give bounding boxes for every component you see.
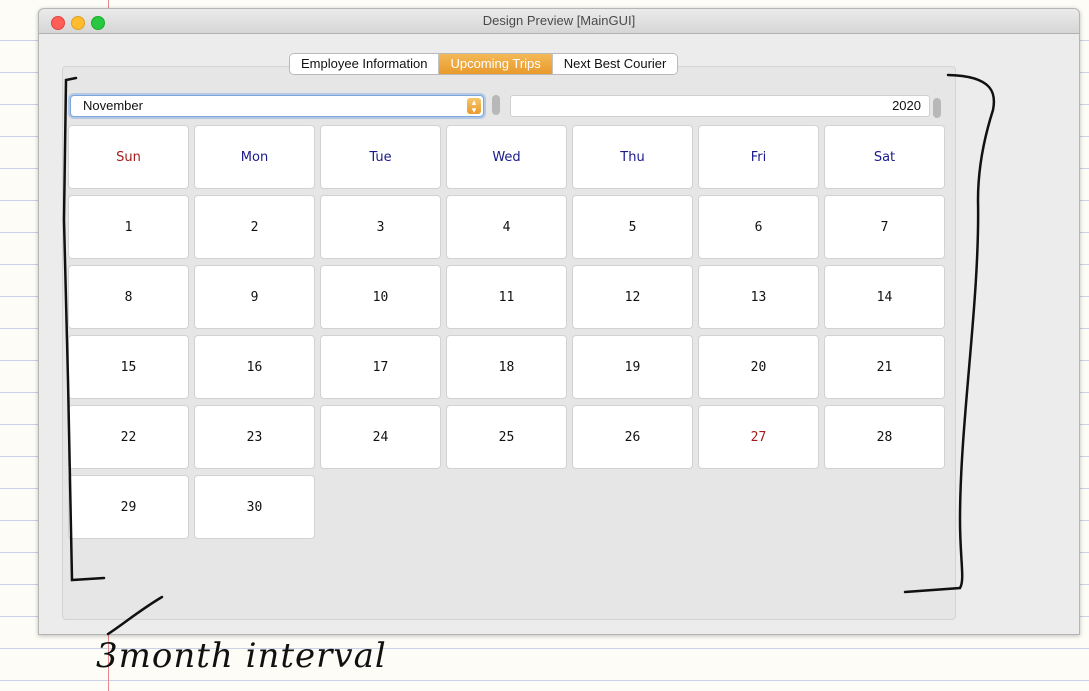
day-cell[interactable]: 26	[572, 405, 693, 469]
tab-bar: Employee Information Upcoming Trips Next…	[289, 53, 679, 75]
weekday-header-thu: Thu	[572, 125, 693, 189]
window-title: Design Preview [MainGUI]	[482, 13, 636, 28]
day-cell[interactable]: 25	[446, 405, 567, 469]
day-cell[interactable]: 30	[194, 475, 315, 539]
day-cell[interactable]: 9	[194, 265, 315, 329]
day-cell[interactable]: 5	[572, 195, 693, 259]
updown-chevron-icon[interactable]: ▴ ▾	[467, 98, 481, 115]
day-cell[interactable]: 17	[320, 335, 441, 399]
tab-employee-information[interactable]: Employee Information	[290, 54, 440, 74]
day-cell[interactable]: 18	[446, 335, 567, 399]
year-value: 2020	[892, 98, 921, 113]
handwritten-note: 3month interval	[96, 636, 387, 676]
year-field[interactable]: 2020	[510, 95, 930, 117]
day-cell[interactable]: 13	[698, 265, 819, 329]
day-cell[interactable]: 4	[446, 195, 567, 259]
day-cell[interactable]: 16	[194, 335, 315, 399]
calendar-grid: Sun Mon Tue Wed Thu Fri Sat 1 2 3 4 5 6 …	[68, 125, 945, 539]
day-cell[interactable]: 1	[68, 195, 189, 259]
day-cell-highlighted[interactable]: 27	[698, 405, 819, 469]
day-cell[interactable]: 6	[698, 195, 819, 259]
day-cell[interactable]: 10	[320, 265, 441, 329]
day-cell[interactable]: 15	[68, 335, 189, 399]
weekday-header-tue: Tue	[320, 125, 441, 189]
weekday-header-sat: Sat	[824, 125, 945, 189]
day-cell[interactable]: 11	[446, 265, 567, 329]
day-cell[interactable]: 24	[320, 405, 441, 469]
weekday-header-fri: Fri	[698, 125, 819, 189]
day-cell[interactable]: 21	[824, 335, 945, 399]
weekday-header-wed: Wed	[446, 125, 567, 189]
day-cell[interactable]: 28	[824, 405, 945, 469]
weekday-header-sun: Sun	[68, 125, 189, 189]
day-cell[interactable]: 22	[68, 405, 189, 469]
calendar-panel: November ▴ ▾ 2020 Sun Mon Tue Wed Thu Fri…	[62, 66, 956, 620]
month-scroll-handle[interactable]	[492, 95, 500, 115]
day-cell[interactable]: 12	[572, 265, 693, 329]
weekday-header-mon: Mon	[194, 125, 315, 189]
month-select[interactable]: November ▴ ▾	[70, 95, 484, 117]
title-bar: Design Preview [MainGUI]	[39, 9, 1079, 34]
year-scroll-handle[interactable]	[933, 98, 941, 118]
tab-next-best-courier[interactable]: Next Best Courier	[552, 54, 678, 74]
day-cell[interactable]: 7	[824, 195, 945, 259]
day-cell[interactable]: 19	[572, 335, 693, 399]
main-window: Design Preview [MainGUI] Employee Inform…	[38, 8, 1080, 635]
month-select-value: November	[83, 98, 143, 113]
day-cell[interactable]: 2	[194, 195, 315, 259]
day-cell[interactable]: 8	[68, 265, 189, 329]
day-cell[interactable]: 14	[824, 265, 945, 329]
day-cell[interactable]: 3	[320, 195, 441, 259]
day-cell[interactable]: 20	[698, 335, 819, 399]
day-cell[interactable]: 23	[194, 405, 315, 469]
tab-upcoming-trips[interactable]: Upcoming Trips	[439, 54, 553, 74]
day-cell[interactable]: 29	[68, 475, 189, 539]
